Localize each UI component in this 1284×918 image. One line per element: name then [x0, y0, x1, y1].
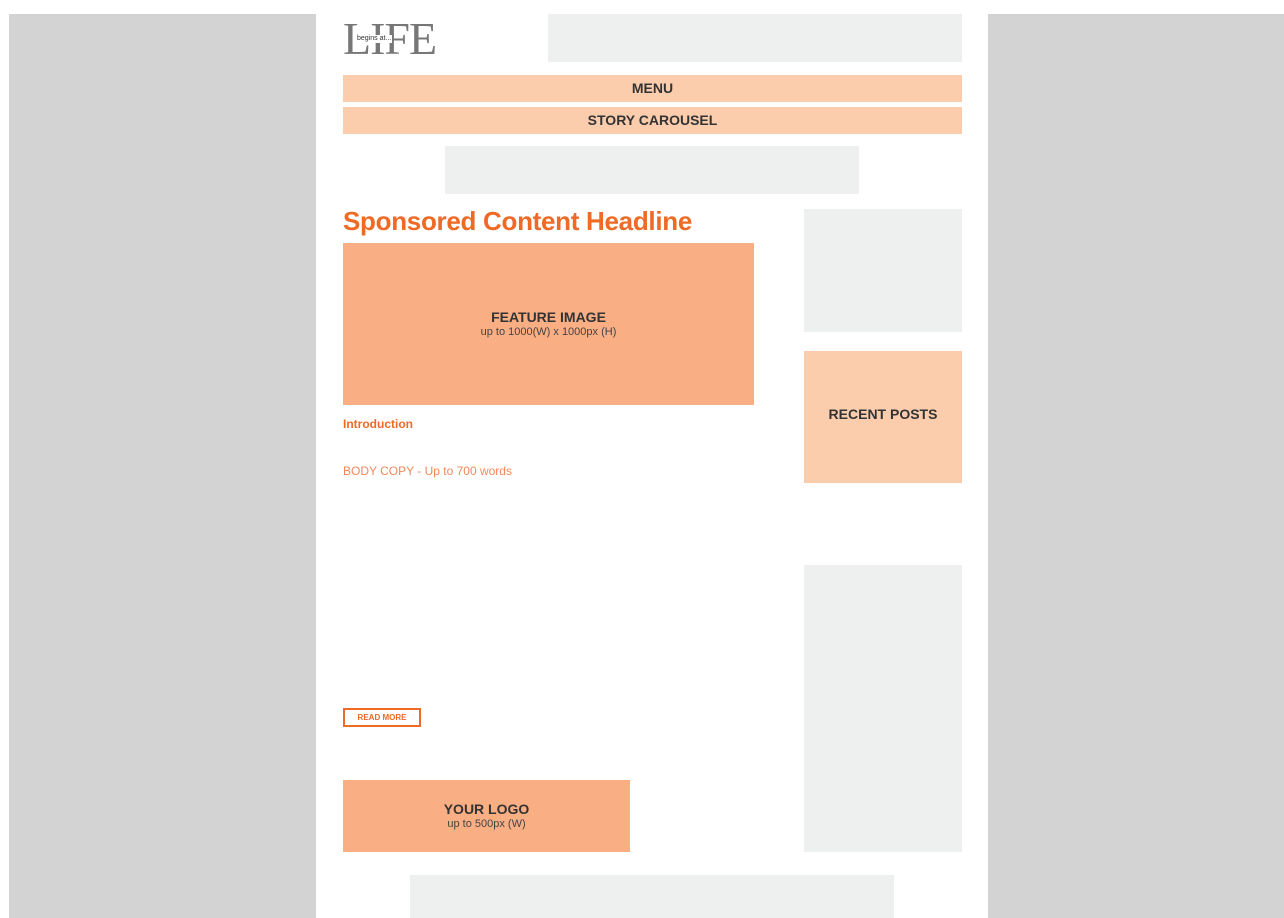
read-more-button[interactable]: READ MORE [343, 708, 421, 727]
logo-tagline: begins at... [356, 35, 393, 43]
page-margin-left [9, 14, 316, 918]
sidebar-ad-placeholder [804, 209, 962, 332]
feature-image-title: FEATURE IMAGE [491, 309, 606, 325]
story-carousel-bar[interactable]: STORY CAROUSEL [343, 107, 962, 134]
footer-ad-placeholder [410, 875, 894, 918]
your-logo-placeholder: YOUR LOGO up to 500px (W) [343, 780, 630, 852]
feature-image-placeholder: FEATURE IMAGE up to 1000(W) x 1000px (H) [343, 243, 754, 405]
menu-bar[interactable]: MENU [343, 75, 962, 102]
recent-posts-widget[interactable]: RECENT POSTS [804, 351, 962, 483]
introduction-text: Introduction [343, 417, 413, 431]
your-logo-title: YOUR LOGO [443, 801, 530, 817]
body-copy-text: BODY COPY - Up to 700 words [343, 464, 512, 478]
article-headline: Sponsored Content Headline [343, 206, 693, 236]
feature-image-subtitle: up to 1000(W) x 1000px (H) [480, 326, 617, 338]
header-ad-placeholder [548, 14, 962, 62]
your-logo-subtitle: up to 500px (W) [447, 818, 526, 830]
sidebar-skyscraper-ad-placeholder [804, 565, 962, 852]
leaderboard-ad-placeholder [445, 146, 859, 194]
page-margin-right [988, 14, 1284, 918]
site-logo[interactable]: LIFE begins at... [343, 16, 458, 62]
recent-posts-label: RECENT POSTS [828, 406, 938, 422]
